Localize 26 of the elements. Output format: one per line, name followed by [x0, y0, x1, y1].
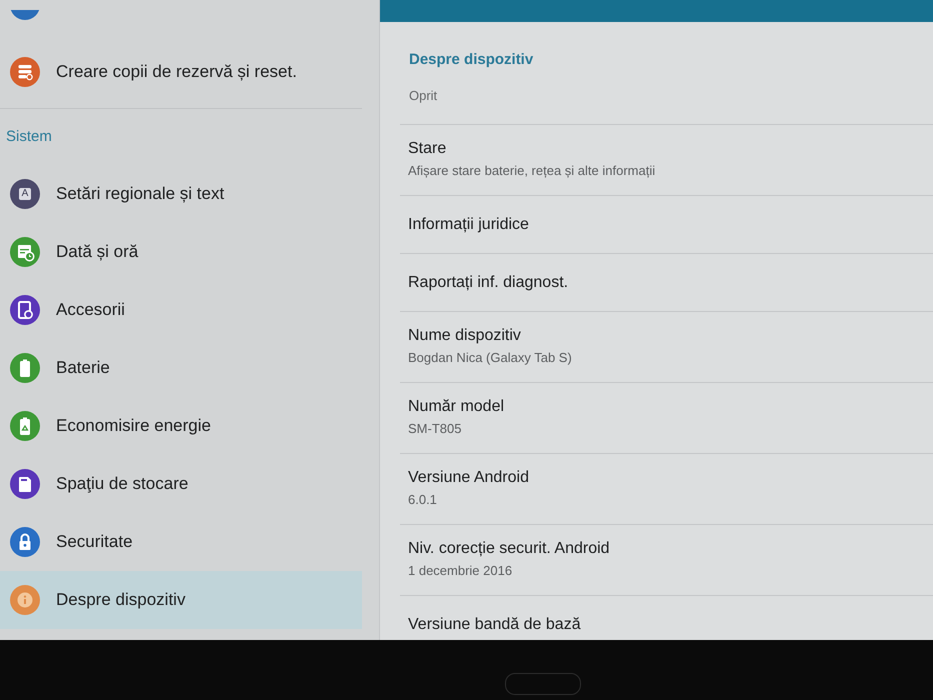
section-header: Sistem [5, 127, 53, 147]
settings-item[interactable]: Număr model SM-T805 [400, 383, 933, 454]
settings-item[interactable]: Nume dispozitiv Bogdan Nica (Galaxy Tab S) [400, 312, 933, 383]
item-summary: SM-T805 [408, 421, 462, 437]
settings-item[interactable]: Informații juridice [400, 196, 933, 254]
menu-item[interactable]: Economisire energie [0, 397, 362, 455]
menu-item[interactable]: Creare copii de rezervă și reset. [0, 43, 362, 101]
letter-icon: A [10, 179, 40, 209]
menu-item[interactable]: A Setări regionale și text [0, 165, 362, 223]
item-summary: 6.0.1 [408, 492, 437, 508]
settings-item[interactable]: Niv. corecție securit. Android 1 decembrie 2016 [400, 525, 933, 596]
menu-item[interactable]: Accesorii [0, 281, 362, 339]
home-button[interactable] [505, 673, 581, 695]
settings-item[interactable]: Versiune Android 6.0.1 [400, 454, 933, 525]
status-text: Oprit [409, 88, 438, 104]
item-summary: 1 decembrie 2016 [408, 563, 512, 579]
menu-item[interactable]: Securitate [0, 513, 362, 571]
item-summary: Afișare stare baterie, rețea și alte informații [408, 163, 656, 179]
menu-item[interactable]: Baterie [0, 339, 362, 397]
settings-item[interactable]: Raportați inf. diagnost. [400, 254, 933, 312]
menu-item[interactable]: Dată și oră [0, 223, 362, 281]
menu-item[interactable]: Despre dispozitiv [0, 571, 362, 629]
item-summary: Bogdan Nica (Galaxy Tab S) [408, 350, 572, 366]
settings-item[interactable]: Stare Afișare stare baterie, rețea și alte informații [400, 125, 933, 196]
menu-item[interactable]: Spaţiu de stocare [0, 455, 362, 513]
section-title: Despre dispozitiv [409, 50, 534, 70]
